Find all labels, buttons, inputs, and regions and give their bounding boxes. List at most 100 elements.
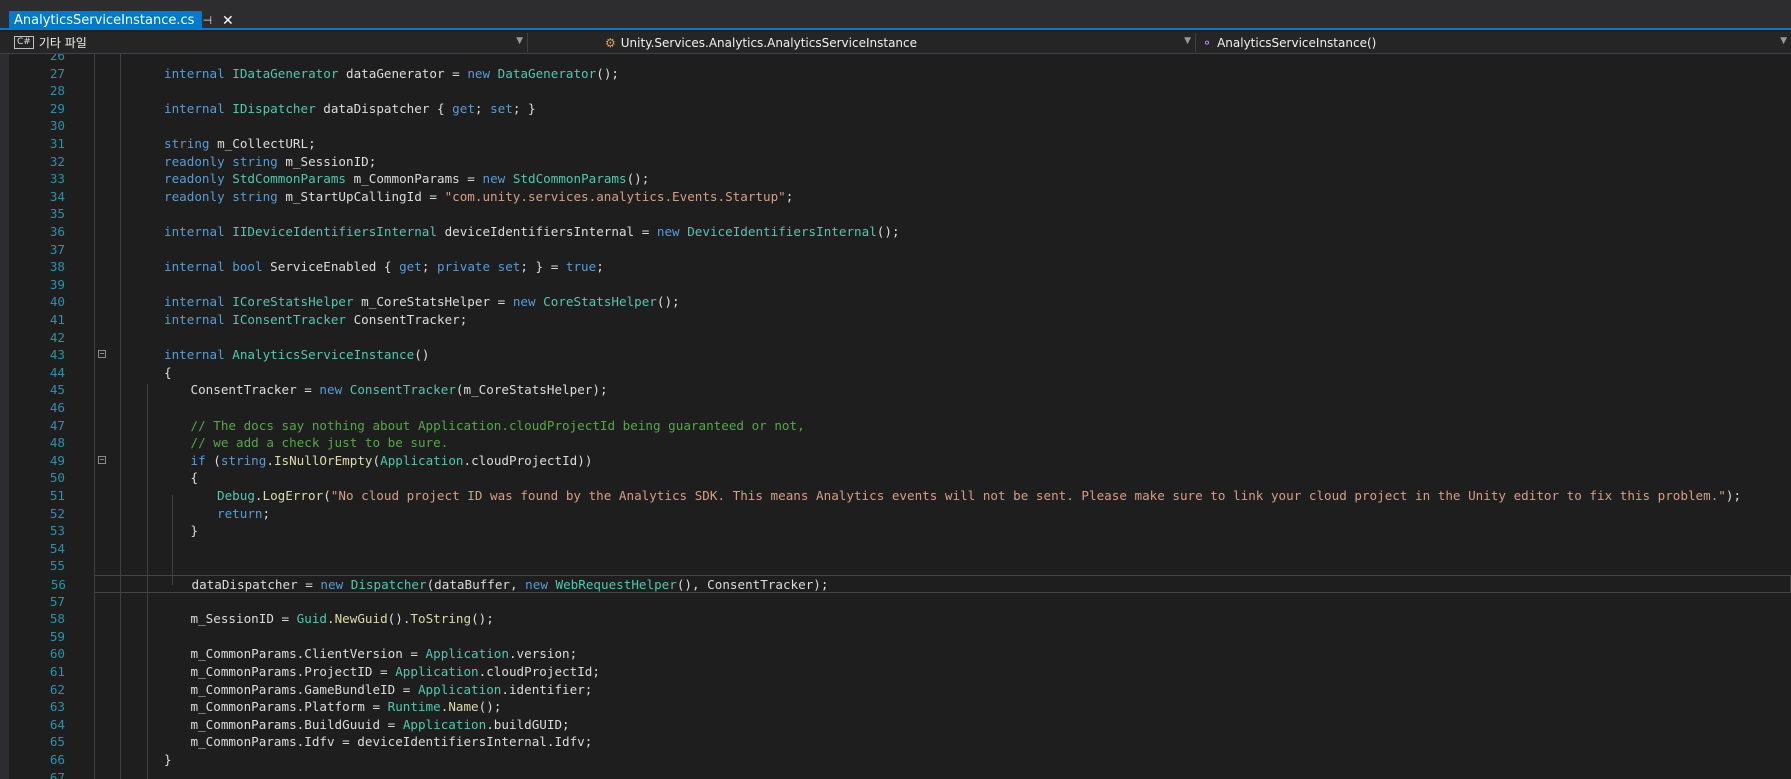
- code-token: ConsentTracker;: [353, 312, 468, 327]
- code-line[interactable]: 38 internal bool ServiceEnabled { get; pr…: [9, 258, 1791, 276]
- code-line[interactable]: 26: [9, 54, 1791, 65]
- code-token: Guid: [296, 611, 327, 627]
- code-token: ;: [596, 259, 604, 275]
- code-line[interactable]: 49− if (string.IsNullOrEmpty(Application.…: [9, 452, 1791, 470]
- code-line[interactable]: 42: [9, 329, 1791, 347]
- code-token: new: [512, 294, 544, 310]
- code-line[interactable]: 65 m_CommonParams.Idfv = deviceIdentifier…: [9, 733, 1791, 751]
- code-token: get: [452, 100, 475, 116]
- code-token: m_CollectURL;: [217, 136, 316, 151]
- code-token: m_CommonParams =: [353, 171, 483, 187]
- code-line[interactable]: 54: [9, 540, 1791, 558]
- code-token: m_SessionID =: [190, 611, 297, 627]
- code-line[interactable]: 44 {: [9, 364, 1791, 382]
- code-line[interactable]: 46: [9, 399, 1791, 417]
- code-line[interactable]: 37: [9, 241, 1791, 259]
- code-token: }: [164, 752, 172, 767]
- indent-guide: [94, 54, 95, 779]
- project-dropdown[interactable]: C# 기타 파일 ▼: [0, 33, 528, 52]
- code-line[interactable]: 28: [9, 82, 1791, 100]
- code-line[interactable]: 60 m_CommonParams.ClientVersion = Applica…: [9, 645, 1791, 663]
- method-icon: ⚬: [1202, 35, 1213, 50]
- code-text: // The docs say nothing about Applicatio…: [191, 417, 805, 435]
- code-line[interactable]: 27 internal IDataGenerator dataGenerator …: [9, 65, 1791, 83]
- code-token: ();: [596, 65, 619, 81]
- code-line[interactable]: 59: [9, 628, 1791, 646]
- code-editor[interactable]: 26 27 internal IDataGenerator dataGenerato…: [9, 54, 1791, 779]
- code-line[interactable]: 32 readonly string m_SessionID;: [9, 153, 1791, 171]
- chevron-down-icon: ▼: [516, 36, 523, 46]
- pin-icon[interactable]: ⊣: [202, 14, 212, 27]
- close-icon[interactable]: ✕: [222, 13, 234, 29]
- code-token: ();: [626, 171, 650, 187]
- code-line[interactable]: 55: [9, 557, 1791, 575]
- code-text: // we add a check just to be sure.: [191, 434, 449, 452]
- code-token: ;: [421, 259, 437, 275]
- code-line[interactable]: 39: [9, 276, 1791, 294]
- code-token: .: [266, 452, 274, 468]
- type-dropdown[interactable]: ⚙ Unity.Services.Analytics.AnalyticsServ…: [599, 33, 1196, 52]
- code-line[interactable]: 58 m_SessionID = Guid.NewGuid().ToString(…: [9, 610, 1791, 628]
- line-number: 53: [49, 523, 65, 539]
- code-line[interactable]: 48 // we add a check just to be sure.: [9, 434, 1791, 452]
- code-token: new: [320, 577, 351, 592]
- code-line[interactable]: 30: [9, 117, 1791, 135]
- code-text: m_SessionID = Guid.NewGuid().ToString();: [191, 610, 494, 628]
- code-token: return: [217, 505, 263, 521]
- code-text: {: [164, 364, 172, 382]
- code-token: readonly: [164, 171, 233, 187]
- line-number: 49: [49, 452, 65, 468]
- code-line[interactable]: 50 {: [9, 469, 1791, 487]
- line-number: 48: [49, 435, 65, 451]
- code-token: Name: [448, 699, 479, 715]
- code-token: m_CommonParams.ProjectID =: [190, 664, 396, 679]
- code-token: (): [414, 347, 430, 363]
- code-token: IDispatcher: [232, 100, 324, 116]
- code-line[interactable]: 52 return;: [9, 505, 1791, 523]
- indent-guide: [172, 495, 173, 585]
- code-line[interactable]: 36 internal IIDeviceIdentifiersInternal d…: [9, 223, 1791, 241]
- code-line[interactable]: 63 m_CommonParams.Platform = Runtime.Name…: [9, 698, 1791, 716]
- code-line[interactable]: 35: [9, 205, 1791, 223]
- code-token: (m_CoreStatsHelper);: [455, 382, 608, 398]
- collapse-icon[interactable]: −: [98, 350, 106, 359]
- line-number: 35: [49, 206, 65, 222]
- code-line[interactable]: 33 readonly StdCommonParams m_CommonParam…: [9, 170, 1791, 188]
- code-token: ;: [262, 505, 271, 521]
- line-number: 44: [49, 364, 65, 380]
- code-token: new: [525, 577, 556, 592]
- document-tab-bar: AnalyticsServiceInstance.cs ⊣ ✕: [0, 0, 1791, 30]
- code-text: ConsentTracker = new ConsentTracker(m_Co…: [191, 381, 608, 399]
- code-line[interactable]: 43 − internal AnalyticsServiceInstance(): [9, 346, 1791, 364]
- code-line[interactable]: 61 m_CommonParams.ProjectID = Application…: [9, 663, 1791, 681]
- code-line[interactable]: 40 internal ICoreStatsHelper m_CoreStatsH…: [9, 293, 1791, 311]
- code-line[interactable]: 56 dataDispatcher = new Dispatcher(dataBu…: [51, 575, 1791, 594]
- code-token: (dataBuffer,: [426, 577, 526, 592]
- code-line[interactable]: 45 ConsentTracker = new ConsentTracker(m_…: [9, 381, 1791, 399]
- code-line[interactable]: 29 internal IDispatcher dataDispatcher { …: [9, 100, 1791, 118]
- code-line[interactable]: 67: [9, 769, 1791, 779]
- code-line[interactable]: 53}: [9, 522, 1791, 540]
- code-token: {: [164, 364, 172, 380]
- code-token: .version;: [508, 646, 578, 662]
- code-token: m_CommonParams.Platform =: [190, 699, 388, 715]
- line-number: 55: [49, 558, 65, 574]
- collapse-icon[interactable]: −: [98, 455, 106, 464]
- code-line[interactable]: 34 readonly string m_StartUpCallingId = "…: [9, 188, 1791, 206]
- code-line[interactable]: 31 string m_CollectURL;: [9, 135, 1791, 153]
- code-line[interactable]: 51 Debug.LogError("No cloud project ID wa…: [9, 487, 1791, 505]
- code-line[interactable]: 66}: [9, 751, 1791, 769]
- code-token: dataDispatcher =: [191, 577, 321, 592]
- member-dropdown[interactable]: ⚬ AnalyticsServiceInstance() ▼: [1196, 33, 1791, 52]
- code-line[interactable]: 47 // The docs say nothing about Applicat…: [9, 417, 1791, 435]
- code-token: Runtime: [387, 699, 441, 715]
- code-text: internal AnalyticsServiceInstance(): [164, 346, 429, 364]
- code-line[interactable]: 62 m_CommonParams.GameBundleID = Applicat…: [9, 681, 1791, 699]
- code-line[interactable]: 57: [9, 593, 1791, 611]
- code-text: dataDispatcher = new Dispatcher(dataBuff…: [192, 576, 829, 594]
- code-token: StdCommonParams: [512, 171, 627, 187]
- code-token: internal: [164, 294, 233, 310]
- code-line[interactable]: 41 internal IConsentTracker ConsentTracke…: [9, 311, 1791, 329]
- code-line[interactable]: 64 m_CommonParams.BuildGuuid = Applicatio…: [9, 716, 1791, 734]
- tab-analytics-service-instance[interactable]: AnalyticsServiceInstance.cs ⊣ ✕: [9, 11, 234, 30]
